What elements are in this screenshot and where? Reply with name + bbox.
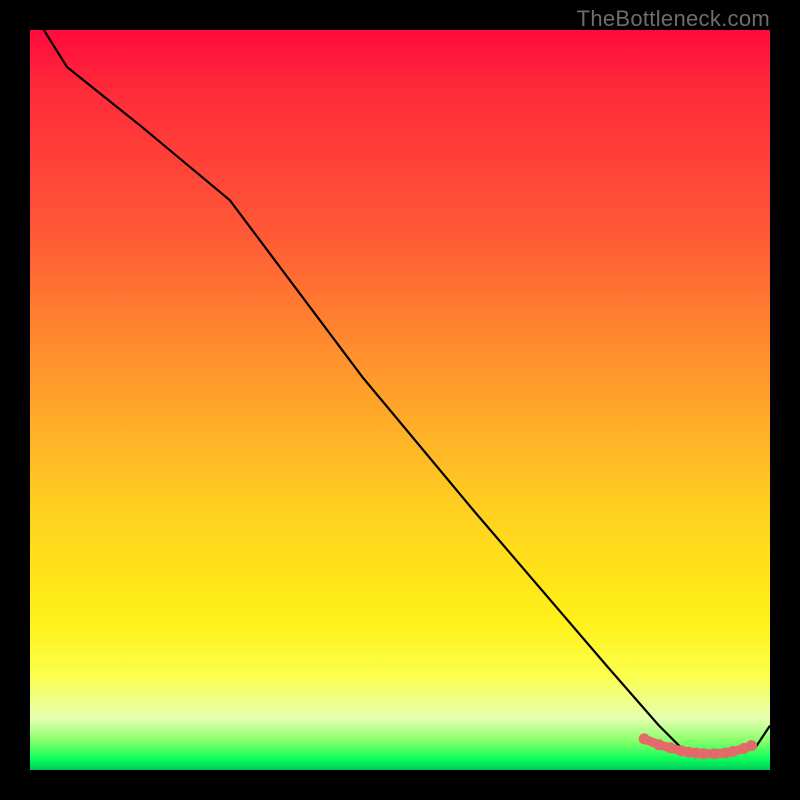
plot-area — [30, 30, 770, 770]
watermark-text: TheBottleneck.com — [577, 6, 770, 32]
highlight-dot — [698, 748, 709, 759]
highlight-dot — [665, 742, 676, 753]
highlight-dot — [746, 740, 757, 751]
highlight-dot — [728, 746, 739, 757]
chart-frame: TheBottleneck.com — [0, 0, 800, 800]
highlight-dot — [639, 733, 650, 744]
chart-line-group — [30, 8, 770, 755]
highlight-dot — [654, 739, 665, 750]
bottleneck-curve — [30, 8, 770, 755]
chart-svg — [30, 30, 770, 770]
optimal-range-markers — [639, 733, 757, 759]
highlight-dot — [709, 748, 720, 759]
